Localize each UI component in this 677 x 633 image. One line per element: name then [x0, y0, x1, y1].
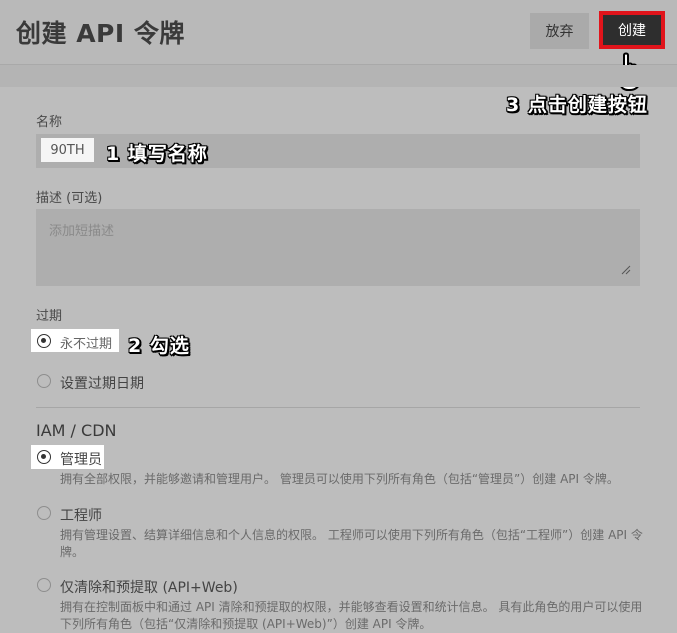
role-admin-label: 管理员	[60, 452, 102, 468]
radio-role-engineer[interactable]	[37, 506, 51, 520]
expiry-label: 过期	[36, 309, 63, 324]
role-admin-description: 拥有全部权限，并能够邀请和管理用户。 管理员可以使用下列所有角色（包括“管理员”…	[60, 472, 619, 486]
annotation-step1: 1 填写名称	[106, 143, 208, 165]
option-never-expire-label: 永不过期	[60, 337, 113, 352]
name-label: 名称	[36, 115, 63, 130]
create-button[interactable]: 创建	[603, 15, 661, 45]
annotation-step3: 3 点击创建按钮	[506, 94, 648, 116]
radio-set-expiry-date[interactable]	[37, 374, 51, 388]
radio-role-admin[interactable]	[37, 450, 51, 464]
discard-button[interactable]: 放弃	[530, 13, 589, 49]
annotation-step2: 2 勾选	[128, 335, 190, 357]
create-button-highlight: 创建	[599, 11, 665, 49]
name-value[interactable]: 90TH	[41, 138, 94, 162]
section-divider	[36, 407, 640, 408]
radio-never-expire[interactable]	[37, 334, 51, 348]
role-purge-prefetch-description: 拥有在控制面板中和通过 API 清除和预提取的权限，并能够查看设置和统计信息。 …	[60, 600, 643, 631]
description-label: 描述 (可选)	[36, 191, 103, 206]
role-engineer-label: 工程师	[60, 508, 102, 524]
radio-role-purge-prefetch[interactable]	[37, 578, 51, 592]
resize-handle-icon[interactable]	[621, 265, 631, 275]
page-title: 创建 API 令牌	[16, 19, 185, 48]
iam-section-title: IAM / CDN	[36, 421, 117, 440]
description-field[interactable]	[36, 209, 640, 286]
description-placeholder: 添加短描述	[49, 224, 115, 239]
header-separator	[0, 65, 677, 87]
option-set-expiry-date-label: 设置过期日期	[60, 376, 144, 392]
role-purge-prefetch-label: 仅清除和预提取 (API+Web)	[60, 580, 238, 596]
role-engineer-description: 拥有管理设置、结算详细信息和个人信息的权限。 工程师可以使用下列所有角色（包括“…	[60, 528, 643, 559]
